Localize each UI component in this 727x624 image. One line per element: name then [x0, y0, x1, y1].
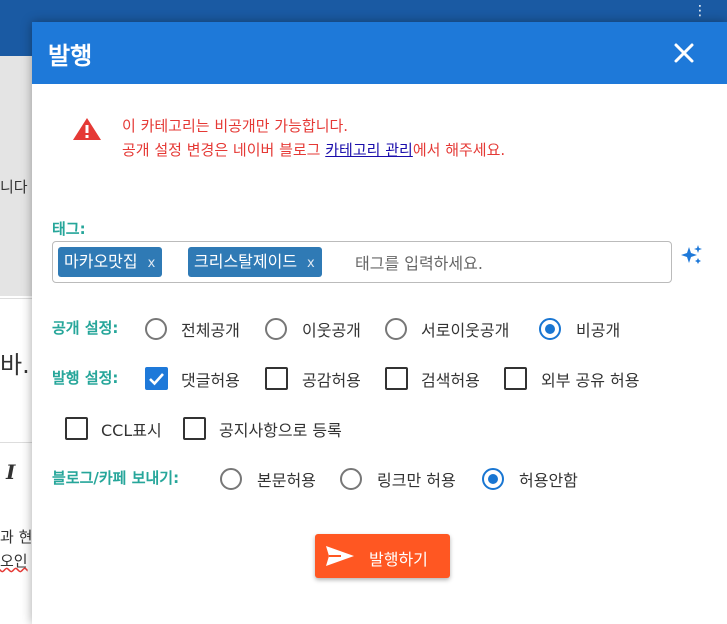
- tag-chip-label: 크리스탈제이드: [194, 252, 298, 271]
- checkbox-external-share[interactable]: [504, 367, 527, 390]
- visibility-label: 공개 설정:: [52, 319, 119, 337]
- alert-line: 공개 설정 변경은 네이버 블로그 카테고리 관리에서 해주세요.: [122, 138, 505, 162]
- remove-tag-button[interactable]: x: [148, 256, 156, 271]
- alert-text-suffix: 에서 해주세요.: [412, 141, 506, 159]
- cafe-send-label: 블로그/카페 보내기:: [52, 469, 180, 487]
- radio-label: 전체공개: [181, 321, 240, 340]
- checkbox-comments[interactable]: [145, 367, 168, 390]
- checkbox-sympathy[interactable]: [265, 367, 288, 390]
- radio-label: 서로이웃공개: [421, 321, 510, 340]
- tag-input[interactable]: [353, 248, 657, 278]
- tag-chip-label: 마카오맛집: [64, 252, 138, 271]
- checkbox-notice[interactable]: [183, 417, 206, 440]
- checkbox-search[interactable]: [385, 367, 408, 390]
- background-text: 니다: [0, 178, 28, 196]
- radio-disallow[interactable]: [482, 468, 504, 490]
- background-divider: [0, 298, 32, 299]
- checkbox-label: 검색허용: [421, 371, 480, 390]
- italic-icon[interactable]: I: [6, 460, 15, 484]
- close-icon[interactable]: [673, 42, 695, 64]
- dialog-title: 발행: [48, 42, 93, 70]
- checkbox-label: 공감허용: [302, 371, 361, 390]
- tag-label: 태그:: [52, 220, 86, 238]
- alert-message: 이 카테고리는 비공개만 가능합니다. 공개 설정 변경은 네이버 블로그 카테…: [122, 114, 505, 162]
- checkbox-label: 외부 공유 허용: [541, 371, 640, 390]
- background-text: 과 현: [0, 528, 33, 546]
- dialog-header: 발행: [32, 22, 727, 84]
- tag-chip: 크리스탈제이드 x: [188, 247, 322, 277]
- alert-line: 이 카테고리는 비공개만 가능합니다.: [122, 117, 349, 135]
- radio-label: 허용안함: [519, 471, 578, 490]
- alert-text-prefix: 공개 설정 변경은 네이버 블로그: [122, 141, 326, 159]
- category-manage-link[interactable]: 카테고리 관리: [325, 141, 413, 159]
- radio-mutual-neighbor[interactable]: [385, 318, 407, 340]
- radio-label: 본문허용: [257, 471, 316, 490]
- checkbox-label: CCL표시: [101, 421, 162, 440]
- radio-link-only[interactable]: [340, 468, 362, 490]
- send-icon: [326, 546, 354, 566]
- remove-tag-button[interactable]: x: [307, 256, 315, 271]
- tag-input-box[interactable]: 마카오맛집 x 크리스탈제이드 x: [52, 241, 672, 283]
- background-text: 바.: [0, 351, 30, 379]
- checkbox-label: 공지사항으로 등록: [219, 421, 342, 440]
- background-text: 오인: [0, 552, 28, 570]
- radio-neighbor[interactable]: [265, 318, 287, 340]
- warning-icon: [72, 117, 102, 141]
- checkbox-ccl[interactable]: [65, 417, 88, 440]
- publish-settings-label: 발행 설정:: [52, 369, 119, 387]
- publish-button-label: 발행하기: [369, 550, 428, 569]
- radio-label: 링크만 허용: [377, 471, 456, 490]
- radio-public[interactable]: [145, 318, 167, 340]
- radio-label: 비공개: [576, 321, 621, 340]
- radio-private[interactable]: [539, 318, 561, 340]
- radio-allow-body[interactable]: [220, 468, 242, 490]
- publish-dialog: 발행 이 카테고리는 비공개만 가능합니다. 공개 설정 변경은 네이버 블로그…: [32, 22, 727, 624]
- background-divider: [0, 442, 32, 443]
- radio-label: 이웃공개: [302, 321, 361, 340]
- checkbox-label: 댓글허용: [181, 371, 240, 390]
- tag-chip: 마카오맛집 x: [58, 247, 163, 277]
- publish-button[interactable]: 발행하기: [315, 534, 450, 578]
- sparkle-icon[interactable]: [680, 244, 704, 268]
